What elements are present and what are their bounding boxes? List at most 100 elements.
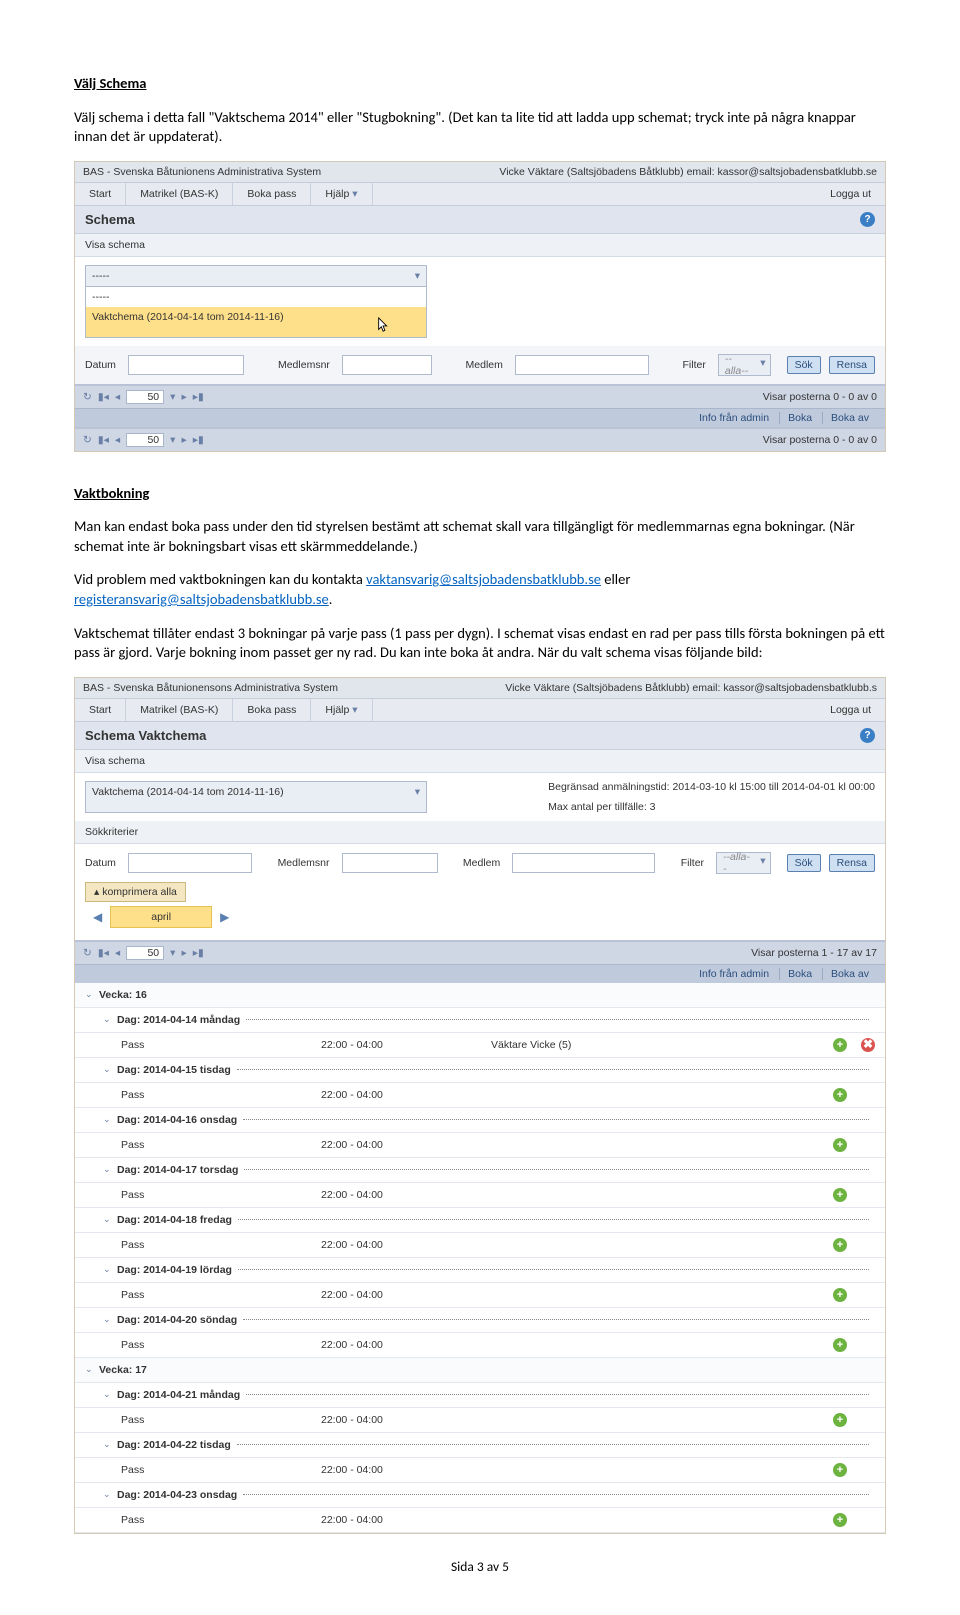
- menu-bar: Start Matrikel (BAS-K) Boka pass Hjälp L…: [75, 183, 885, 206]
- page-last-icon[interactable]: ▸▮: [193, 391, 204, 403]
- dropdown-option-vaktchema[interactable]: Vaktchema (2014-04-14 tom 2014-11-16): [86, 307, 426, 337]
- week-label: Vecka: 16: [99, 989, 147, 1001]
- sok-button[interactable]: Sök: [787, 356, 821, 374]
- menu-start[interactable]: Start: [75, 699, 126, 721]
- input-medlem[interactable]: [512, 853, 655, 873]
- chevron-down-icon[interactable]: ⌄: [103, 1164, 113, 1175]
- logout-link[interactable]: Logga ut: [816, 699, 885, 721]
- panel-header: Schema Vaktchema ?: [75, 722, 885, 750]
- system-name: BAS - Svenska Båtunionensons Administrat…: [83, 682, 338, 694]
- menu-matrikel[interactable]: Matrikel (BAS-K): [126, 183, 233, 205]
- pass-label: Pass: [121, 1514, 321, 1526]
- refresh-icon[interactable]: ↻: [83, 434, 92, 446]
- chevron-down-icon[interactable]: ▾: [170, 391, 175, 403]
- menu-hjalp[interactable]: Hjälp: [311, 699, 372, 721]
- user-info: Vicke Väktare (Saltsjöbadens Båtklubb) e…: [505, 682, 877, 694]
- action-bar: Info från admin Boka Boka av: [75, 408, 885, 427]
- chevron-down-icon[interactable]: ⌄: [103, 1439, 113, 1450]
- rensa-button[interactable]: Rensa: [829, 356, 875, 374]
- filter-dropdown[interactable]: --alla--▾: [718, 354, 771, 376]
- menu-boka-pass[interactable]: Boka pass: [233, 699, 311, 721]
- add-icon[interactable]: +: [833, 1513, 847, 1527]
- chevron-down-icon[interactable]: ⌄: [103, 1389, 113, 1400]
- chevron-down-icon[interactable]: ▾: [170, 434, 175, 446]
- info-admin-button[interactable]: Info från admin: [691, 412, 777, 424]
- prev-month-icon[interactable]: ◀: [85, 910, 110, 924]
- page-prev-icon[interactable]: ◂: [115, 391, 120, 403]
- input-datum[interactable]: [128, 853, 252, 873]
- page-size[interactable]: 50: [126, 946, 164, 960]
- chevron-down-icon[interactable]: ⌄: [103, 1489, 113, 1500]
- page-prev-icon[interactable]: ◂: [115, 434, 120, 446]
- input-medlem[interactable]: [515, 355, 649, 375]
- logout-link[interactable]: Logga ut: [816, 183, 885, 205]
- pass-time: 22:00 - 04:00: [321, 1089, 491, 1101]
- chevron-down-icon[interactable]: ⌄: [103, 1014, 113, 1025]
- label-datum: Datum: [85, 359, 116, 371]
- help-icon[interactable]: ?: [860, 728, 875, 743]
- page-next-icon[interactable]: ▸: [181, 434, 186, 446]
- page-last-icon[interactable]: ▸▮: [193, 434, 204, 446]
- link-vaktansvarig[interactable]: vaktansvarig@saltsjobadensbatklubb.se: [366, 570, 601, 588]
- chevron-down-icon[interactable]: ⌄: [85, 1364, 95, 1375]
- add-icon[interactable]: +: [833, 1238, 847, 1252]
- info-admin-button[interactable]: Info från admin: [691, 968, 777, 980]
- rensa-button[interactable]: Rensa: [829, 854, 875, 872]
- boka-av-button[interactable]: Boka av: [822, 412, 877, 424]
- pass-time: 22:00 - 04:00: [321, 1414, 491, 1426]
- input-datum[interactable]: [128, 355, 244, 375]
- link-registeransvarig[interactable]: registeransvarig@saltsjobadensbatklubb.s…: [74, 590, 329, 608]
- pass-label: Pass: [121, 1414, 321, 1426]
- input-medlemsnr[interactable]: [342, 355, 432, 375]
- boka-button[interactable]: Boka: [779, 968, 820, 980]
- boka-button[interactable]: Boka: [779, 412, 820, 424]
- chevron-down-icon[interactable]: ⌄: [103, 1314, 113, 1325]
- chevron-down-icon[interactable]: ⌄: [103, 1214, 113, 1225]
- menu-matrikel[interactable]: Matrikel (BAS-K): [126, 699, 233, 721]
- add-icon[interactable]: +: [833, 1413, 847, 1427]
- page-size[interactable]: 50: [126, 390, 164, 404]
- help-icon[interactable]: ?: [860, 212, 875, 227]
- screenshot-2: BAS - Svenska Båtunionensons Administrat…: [74, 677, 886, 1534]
- refresh-icon[interactable]: ↻: [83, 947, 92, 959]
- komprimera-button[interactable]: ▴ komprimera alla: [85, 882, 186, 902]
- input-medlemsnr[interactable]: [342, 853, 438, 873]
- add-icon[interactable]: +: [833, 1463, 847, 1477]
- chevron-down-icon[interactable]: ⌄: [103, 1264, 113, 1275]
- page-prev-icon[interactable]: ◂: [115, 947, 120, 959]
- menu-start[interactable]: Start: [75, 183, 126, 205]
- schema-dropdown[interactable]: -----▾ ----- Vaktchema (2014-04-14 tom 2…: [85, 265, 427, 338]
- boka-av-button[interactable]: Boka av: [822, 968, 877, 980]
- add-icon[interactable]: +: [833, 1088, 847, 1102]
- label-filter: Filter: [683, 359, 706, 371]
- page-next-icon[interactable]: ▸: [181, 391, 186, 403]
- next-month-icon[interactable]: ▶: [212, 910, 237, 924]
- page-last-icon[interactable]: ▸▮: [193, 947, 204, 959]
- page-first-icon[interactable]: ▮◂: [98, 947, 109, 959]
- add-icon[interactable]: +: [833, 1188, 847, 1202]
- pass-label: Pass: [121, 1289, 321, 1301]
- page-next-icon[interactable]: ▸: [181, 947, 186, 959]
- chevron-down-icon[interactable]: ⌄: [85, 989, 95, 1000]
- chevron-down-icon[interactable]: ⌄: [103, 1114, 113, 1125]
- page-first-icon[interactable]: ▮◂: [98, 391, 109, 403]
- paragraph-vaktbokning-2: Vid problem med vaktbokningen kan du kon…: [74, 570, 886, 609]
- add-icon[interactable]: +: [833, 1138, 847, 1152]
- schema-dropdown[interactable]: Vaktchema (2014-04-14 tom 2014-11-16)▾: [85, 781, 427, 813]
- add-icon[interactable]: +: [833, 1288, 847, 1302]
- add-icon[interactable]: +: [833, 1038, 847, 1052]
- sok-button[interactable]: Sök: [787, 854, 821, 872]
- filter-dropdown[interactable]: --alla--▾: [716, 852, 771, 874]
- pager-bar-top: ↻ ▮◂ ◂ 50 ▾ ▸ ▸▮ Visar posterna 0 - 0 av…: [75, 384, 885, 408]
- menu-boka-pass[interactable]: Boka pass: [233, 183, 311, 205]
- add-icon[interactable]: +: [833, 1338, 847, 1352]
- day-label: Dag: 2014-04-18 fredag: [117, 1214, 232, 1226]
- page-first-icon[interactable]: ▮◂: [98, 434, 109, 446]
- dropdown-option-blank[interactable]: -----: [86, 287, 426, 307]
- chevron-down-icon[interactable]: ▾: [170, 947, 175, 959]
- refresh-icon[interactable]: ↻: [83, 391, 92, 403]
- remove-icon[interactable]: ✖: [861, 1038, 875, 1052]
- page-size[interactable]: 50: [126, 433, 164, 447]
- chevron-down-icon[interactable]: ⌄: [103, 1064, 113, 1075]
- menu-hjalp[interactable]: Hjälp: [311, 183, 372, 205]
